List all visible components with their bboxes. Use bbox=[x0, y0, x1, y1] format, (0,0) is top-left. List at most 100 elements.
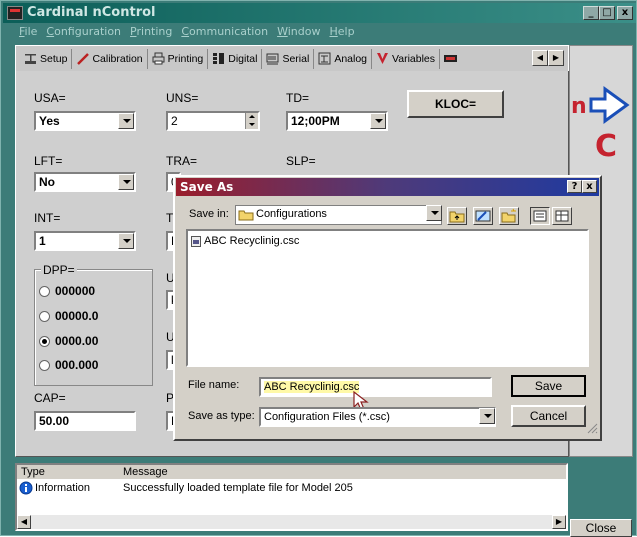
maximize-button[interactable]: □ bbox=[599, 6, 615, 20]
scroll-right-arrow-icon[interactable]: ▶ bbox=[552, 515, 566, 529]
save-as-type-value: Configuration Files (*.csc) bbox=[264, 411, 390, 423]
minimize-button[interactable]: _ bbox=[583, 6, 599, 20]
csc-file-icon bbox=[191, 235, 201, 247]
horizontal-scrollbar[interactable]: ◀ ▶ bbox=[17, 515, 566, 529]
dpp-option-3[interactable]: 0000.00 bbox=[39, 334, 98, 348]
svg-text:n: n bbox=[571, 94, 587, 119]
tab-digital[interactable]: Digital bbox=[208, 48, 263, 69]
new-folder-button[interactable] bbox=[499, 207, 519, 225]
serial-port-icon bbox=[266, 52, 279, 65]
lft-value: No bbox=[39, 175, 55, 189]
help-button[interactable]: ? bbox=[567, 180, 582, 193]
menu-window[interactable]: Window bbox=[277, 23, 320, 40]
tab-calibration[interactable]: Calibration bbox=[72, 48, 148, 69]
usa-label: USA= bbox=[34, 91, 66, 105]
tab-digital-label: Digital bbox=[228, 52, 258, 65]
kloc-button[interactable]: KLOC= bbox=[407, 90, 504, 118]
menu-file[interactable]: File bbox=[19, 23, 37, 40]
usa-select[interactable]: Yes bbox=[34, 111, 136, 131]
list-view-icon bbox=[533, 210, 547, 222]
tab-scroll-right[interactable]: ▶ bbox=[548, 50, 564, 66]
scroll-left-arrow-icon[interactable]: ◀ bbox=[17, 515, 31, 529]
td-select[interactable]: 12;00PM bbox=[286, 111, 388, 131]
ncontrol-logo-icon: n bbox=[569, 85, 633, 125]
file-list[interactable]: ABC Recyclinig.csc bbox=[186, 229, 589, 367]
dpp-option-1-label: 000000 bbox=[55, 284, 96, 298]
tab-serial[interactable]: Serial bbox=[262, 48, 315, 69]
tab-serial-label: Serial bbox=[282, 52, 310, 65]
tab-more[interactable] bbox=[440, 49, 461, 69]
type-column-header[interactable]: Type bbox=[21, 465, 45, 479]
desktop-icon bbox=[475, 210, 491, 222]
tab-bar: Setup Calibration Printing Digital Seria… bbox=[15, 45, 569, 71]
dialog-close-button[interactable]: x bbox=[582, 180, 597, 193]
chevron-down-icon[interactable] bbox=[426, 205, 442, 221]
dpp-option-4[interactable]: 000.000 bbox=[39, 358, 98, 372]
dpp-option-2-label: 00000.0 bbox=[55, 309, 99, 323]
tab-setup[interactable]: Setup bbox=[20, 48, 73, 69]
message-type: Information bbox=[35, 482, 91, 494]
save-in-value: Configurations bbox=[256, 208, 327, 220]
slp-label: SLP= bbox=[286, 154, 316, 168]
dpp-option-2[interactable]: 00000.0 bbox=[39, 309, 98, 323]
menu-bar: File Configuration Printing Communicatio… bbox=[3, 23, 636, 40]
pencil-icon bbox=[76, 52, 90, 65]
chevron-down-icon[interactable] bbox=[118, 113, 134, 129]
close-button[interactable]: x bbox=[617, 6, 633, 20]
save-as-type-label: Save as type: bbox=[188, 410, 255, 422]
menu-configuration[interactable]: Configuration bbox=[46, 23, 121, 40]
tab-scroll-left[interactable]: ◀ bbox=[532, 50, 548, 66]
lft-select[interactable]: No bbox=[34, 172, 136, 192]
tra-label: TRA= bbox=[166, 154, 198, 168]
dpp-option-1[interactable]: 000000 bbox=[39, 284, 95, 298]
uns-spinner[interactable]: 2 bbox=[166, 111, 260, 131]
menu-communication[interactable]: Communication bbox=[181, 23, 268, 40]
close-log-button[interactable]: Close bbox=[570, 519, 632, 537]
radio-icon bbox=[39, 285, 50, 297]
desktop-button[interactable] bbox=[473, 207, 493, 225]
up-folder-button[interactable] bbox=[447, 207, 467, 225]
list-view-button[interactable] bbox=[530, 207, 550, 225]
printer-icon bbox=[152, 52, 165, 65]
radio-icon bbox=[39, 359, 50, 371]
file-name-label: File name: bbox=[188, 379, 240, 391]
save-as-type-select[interactable]: Configuration Files (*.csc) bbox=[259, 407, 496, 427]
tab-analog-label: Analog bbox=[334, 52, 368, 65]
variable-v-icon bbox=[376, 52, 389, 65]
chevron-down-icon[interactable] bbox=[370, 113, 386, 129]
dialog-title-bar: Save As ? x bbox=[176, 178, 599, 196]
chevron-down-icon[interactable] bbox=[479, 408, 495, 424]
menu-printing[interactable]: Printing bbox=[130, 23, 172, 40]
message-text: Successfully loaded template file for Mo… bbox=[123, 482, 353, 494]
save-in-select[interactable]: Configurations bbox=[235, 205, 442, 225]
spinner-arrows-icon[interactable] bbox=[245, 113, 258, 129]
chevron-down-icon[interactable] bbox=[118, 174, 134, 190]
dpp-group: DPP= 000000 00000.0 0000.00 000.000 bbox=[34, 263, 153, 386]
details-view-button[interactable] bbox=[552, 207, 572, 225]
tab-printing-label: Printing bbox=[167, 52, 204, 65]
cap-input[interactable]: 50.00 bbox=[34, 411, 136, 431]
resize-grip-icon[interactable] bbox=[586, 422, 598, 437]
dpp-option-3-label: 0000.00 bbox=[55, 334, 99, 348]
save-button[interactable]: Save bbox=[511, 375, 586, 397]
cap-label: CAP= bbox=[34, 391, 66, 405]
scale-icon bbox=[24, 52, 37, 65]
file-name-value: ABC Recyclinig.csc bbox=[264, 381, 360, 393]
tab-variables[interactable]: Variables bbox=[372, 48, 441, 69]
tab-analog[interactable]: Analog bbox=[314, 48, 373, 69]
info-icon bbox=[19, 481, 33, 499]
int-select[interactable]: 1 bbox=[34, 231, 136, 251]
tab-variables-label: Variables bbox=[392, 52, 436, 65]
up-folder-icon bbox=[449, 211, 465, 223]
list-item[interactable]: ABC Recyclinig.csc bbox=[191, 235, 299, 247]
menu-help[interactable]: Help bbox=[329, 23, 354, 40]
file-name-input[interactable]: ABC Recyclinig.csc bbox=[259, 377, 492, 397]
tab-printing[interactable]: Printing bbox=[148, 48, 209, 69]
tab-calibration-label: Calibration bbox=[92, 52, 143, 65]
chevron-down-icon[interactable] bbox=[118, 233, 134, 249]
td-label: TD= bbox=[286, 91, 310, 105]
cancel-button[interactable]: Cancel bbox=[511, 405, 586, 427]
title-bar: Cardinal nControl _ □ x bbox=[3, 3, 636, 23]
dpp-label: DPP= bbox=[41, 263, 77, 277]
message-column-header[interactable]: Message bbox=[123, 465, 168, 479]
